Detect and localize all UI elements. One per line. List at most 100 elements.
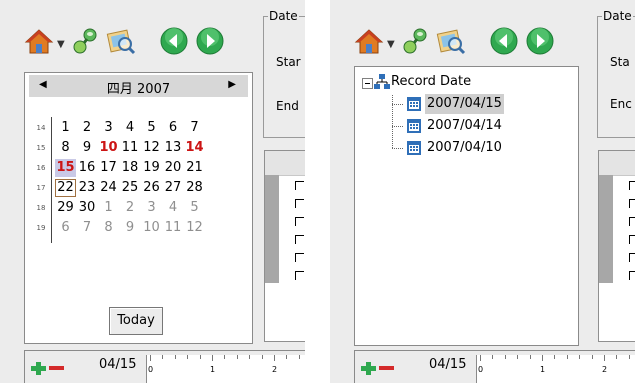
- timeline-tick: [628, 355, 630, 359]
- tree-connector: [392, 104, 403, 105]
- calendar-day[interactable]: 7: [184, 119, 205, 137]
- calendar-day[interactable]: 25: [120, 179, 141, 197]
- calendar-day[interactable]: 30: [77, 199, 98, 217]
- calendar-day[interactable]: 18: [120, 159, 141, 177]
- calendar-day[interactable]: 12: [141, 139, 162, 157]
- calendar-day[interactable]: 16: [77, 159, 98, 177]
- calendar-day[interactable]: 11: [163, 219, 184, 237]
- dropdown-arrow-icon[interactable]: ▼: [57, 39, 65, 50]
- timeline-tick: [249, 355, 251, 359]
- toolbar: ▼: [24, 26, 234, 60]
- calendar-day[interactable]: 9: [77, 139, 98, 157]
- row-checkbox[interactable]: [295, 271, 304, 280]
- calendar-day[interactable]: 6: [163, 119, 184, 137]
- row-checkbox[interactable]: [295, 253, 304, 262]
- timeline-date: 04/15: [99, 357, 137, 372]
- calendar-day[interactable]: 22: [55, 179, 76, 197]
- calendar-day[interactable]: 28: [184, 179, 205, 197]
- row-checkbox[interactable]: [295, 199, 304, 208]
- grid-header: [599, 151, 635, 176]
- calendar-day[interactable]: 2: [120, 199, 141, 217]
- calendar-day[interactable]: 17: [98, 159, 119, 177]
- calendar-day[interactable]: 7: [77, 219, 98, 237]
- week-number: 18: [36, 204, 46, 212]
- calendar-day[interactable]: 6: [55, 219, 76, 237]
- calendar-day[interactable]: 4: [120, 119, 141, 137]
- calendar-day[interactable]: 8: [55, 139, 76, 157]
- timeline-tick: [150, 355, 151, 361]
- calendar-day[interactable]: 1: [55, 119, 76, 137]
- row-checkbox[interactable]: [629, 253, 635, 262]
- calendar-day[interactable]: 5: [184, 199, 205, 217]
- timeline-tick-label: 2: [602, 365, 608, 374]
- search-photo-icon[interactable]: [436, 26, 466, 56]
- row-checkbox[interactable]: [629, 181, 635, 190]
- home-icon[interactable]: [354, 26, 384, 56]
- home-icon[interactable]: [24, 26, 54, 56]
- calendar-day[interactable]: 1: [98, 199, 119, 217]
- network-icon[interactable]: [400, 26, 430, 56]
- timeline-tick: [480, 355, 481, 361]
- timeline-bar: 04/15 0 1 2: [354, 350, 635, 383]
- back-icon[interactable]: [489, 26, 519, 56]
- row-checkbox[interactable]: [295, 181, 304, 190]
- timeline-ruler[interactable]: 0123: [146, 355, 305, 383]
- calendar-day[interactable]: 24: [98, 179, 119, 197]
- timeline-tick: [504, 355, 506, 359]
- row-checkbox[interactable]: [629, 235, 635, 244]
- calendar-day[interactable]: 3: [98, 119, 119, 137]
- calendar-day[interactable]: 27: [163, 179, 184, 197]
- timeline-tick: [187, 355, 189, 359]
- search-photo-icon[interactable]: [106, 26, 136, 56]
- minus-icon[interactable]: [377, 361, 395, 375]
- row-checkbox[interactable]: [629, 217, 635, 226]
- calendar-day[interactable]: 15: [55, 159, 76, 177]
- date-range-group: Date Star End: [263, 9, 305, 138]
- calendar-day[interactable]: 5: [141, 119, 162, 137]
- calendar-icon: [406, 140, 422, 156]
- calendar-day[interactable]: 13: [163, 139, 184, 157]
- calendar-day[interactable]: 26: [141, 179, 162, 197]
- timeline-tick: [162, 355, 164, 359]
- timeline-tick: [174, 355, 176, 359]
- calendar-day[interactable]: 11: [120, 139, 141, 157]
- calendar-day[interactable]: 23: [77, 179, 98, 197]
- timeline-ruler[interactable]: 0 1 2: [476, 355, 635, 383]
- dropdown-arrow-icon[interactable]: ▼: [387, 39, 395, 50]
- row-checkbox[interactable]: [629, 199, 635, 208]
- timeline-tick-label: 0: [478, 365, 484, 374]
- grid-row-header-stripe: [599, 175, 613, 283]
- tree-root-label[interactable]: Record Date: [391, 72, 471, 92]
- calendar-day[interactable]: 20: [163, 159, 184, 177]
- back-icon[interactable]: [159, 26, 189, 56]
- forward-icon[interactable]: [195, 26, 225, 56]
- today-button[interactable]: Today: [109, 307, 163, 335]
- calendar-day[interactable]: 9: [120, 219, 141, 237]
- timeline-tick: [604, 355, 605, 361]
- minus-icon[interactable]: [47, 361, 65, 375]
- tree-collapse-toggle[interactable]: [362, 78, 373, 89]
- calendar-day[interactable]: 3: [141, 199, 162, 217]
- calendar-day[interactable]: 8: [98, 219, 119, 237]
- calendar-day[interactable]: 19: [141, 159, 162, 177]
- timeline-tick: [566, 355, 568, 359]
- next-month-icon[interactable]: ▶: [228, 79, 236, 90]
- calendar-day[interactable]: 12: [184, 219, 205, 237]
- forward-icon[interactable]: [525, 26, 555, 56]
- calendar-day[interactable]: 10: [141, 219, 162, 237]
- timeline-tick: [579, 355, 581, 359]
- calendar-day[interactable]: 10: [98, 139, 119, 157]
- row-checkbox[interactable]: [629, 271, 635, 280]
- week-number: 15: [36, 144, 46, 152]
- network-icon[interactable]: [70, 26, 100, 56]
- calendar-month-label: 四月 2007: [106, 82, 171, 97]
- calendar-day[interactable]: 4: [163, 199, 184, 217]
- calendar-day[interactable]: 2: [77, 119, 98, 137]
- calendar-day[interactable]: 14: [184, 139, 205, 157]
- calendar-day[interactable]: 29: [55, 199, 76, 217]
- calendar-day[interactable]: 21: [184, 159, 205, 177]
- row-checkbox[interactable]: [295, 217, 304, 226]
- timeline-tick-label: 1: [210, 365, 216, 374]
- timeline-tick: [591, 355, 593, 359]
- row-checkbox[interactable]: [295, 235, 304, 244]
